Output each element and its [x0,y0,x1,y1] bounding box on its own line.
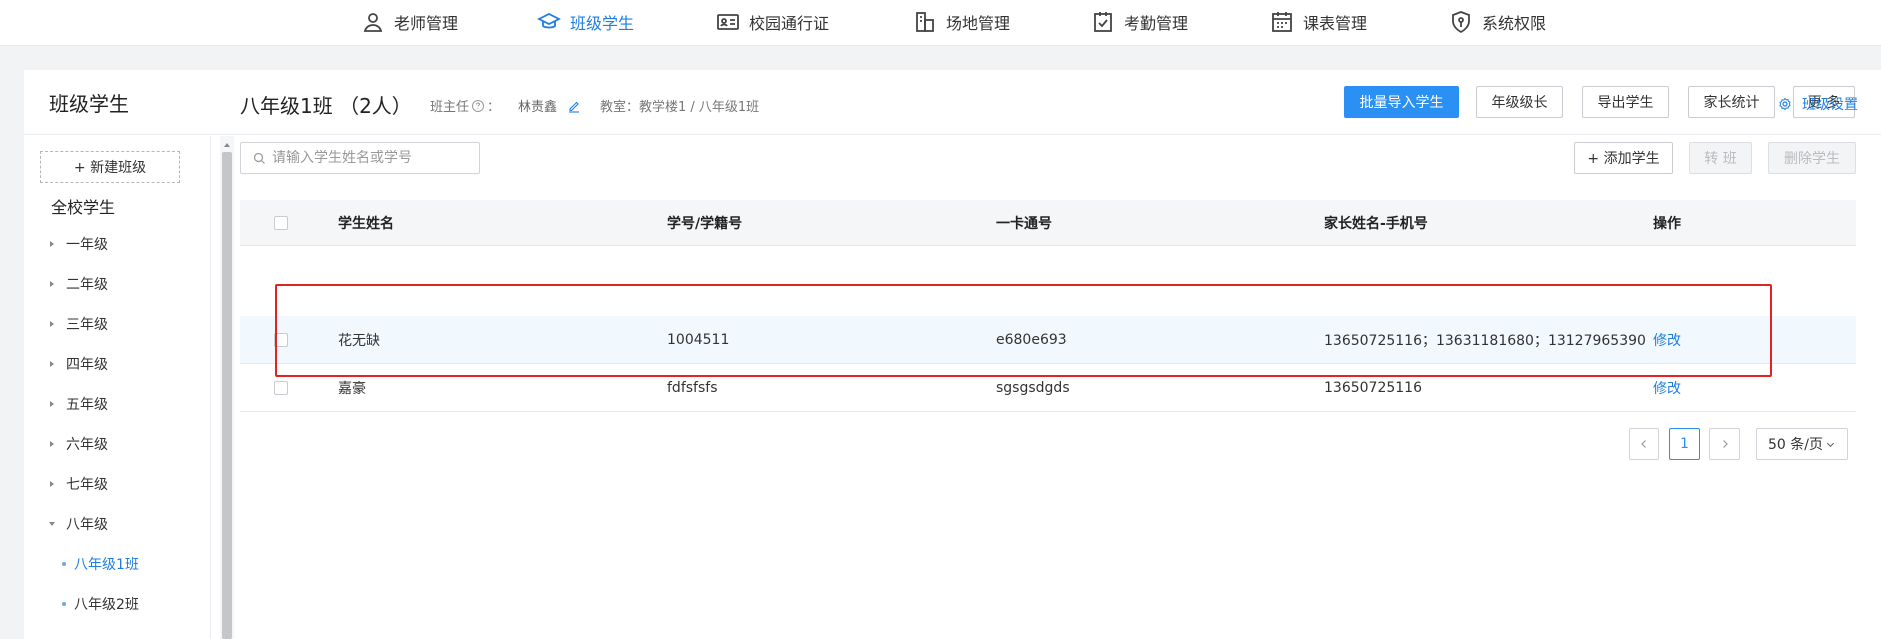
sidebar-scrollbar[interactable] [220,136,234,639]
nav-item-label: 系统权限 [1482,14,1547,33]
grade-leader-button[interactable]: 年级级长 [1476,86,1563,118]
page-size-select[interactable]: 50 条/页 [1756,428,1848,460]
caret-right-icon [44,236,60,252]
nav-item-attendance[interactable]: 考勤管理 [1090,0,1188,44]
caret-down-icon [44,516,60,532]
class-title: 八年级1班 （2人） [240,94,412,118]
graduation-cap-icon [536,9,562,35]
nav-item-label: 考勤管理 [1124,14,1189,33]
nav-item-class-students[interactable]: 班级学生 [536,0,634,44]
tree-item-label: 六年级 [66,437,108,453]
person-icon [360,9,386,35]
class-settings-link[interactable]: 班级设置 [1778,94,1858,114]
classroom-info: 教室：教学楼1 / 八年级1班 [600,100,760,115]
caret-right-icon [44,356,60,372]
scroll-up-arrow-icon[interactable] [222,140,232,150]
scrollbar-thumb[interactable] [222,152,232,639]
edit-pencil-icon[interactable] [567,99,581,113]
export-students-button[interactable]: 导出学生 [1582,86,1669,118]
nav-item-label: 场地管理 [946,14,1011,33]
tree-item-label: 五年级 [66,397,108,413]
tree-item-grade-7[interactable]: 七年级 [44,472,108,496]
top-nav: 老师管理 班级学生 校园通行证 场地管理 考勤管理 课表管理 系统权限 [0,0,1881,46]
page-number-button[interactable]: 1 [1669,428,1700,460]
highlight-box [275,284,1772,377]
head-teacher-info: 班主任 ： 林责鑫 [430,96,581,115]
table-header: 学生姓名 学号/学籍号 一卡通号 家长姓名-手机号 操作 [240,200,1856,246]
head-teacher-name: 林责鑫 [518,100,558,115]
tree-item-label: 二年级 [66,277,108,293]
shield-key-icon [1448,9,1474,35]
tree-item-label: 三年级 [66,317,108,333]
nav-item-label: 校园通行证 [749,14,830,33]
tree-item-label: 八年级 [66,517,108,533]
bullet-dot-icon [62,602,66,606]
bullet-dot-icon [62,562,66,566]
search-icon [253,152,265,164]
delete-student-button[interactable]: 删除学生 [1768,142,1856,174]
row-checkbox[interactable] [274,381,288,395]
select-all-checkbox[interactable] [274,216,288,230]
tree-item-label: 八年级2班 [74,597,139,613]
student-search[interactable] [240,142,480,174]
nav-item-label: 课表管理 [1303,14,1368,33]
tree-item-grade-3[interactable]: 三年级 [44,312,108,336]
column-header-student-id[interactable]: 学号/学籍号 [667,200,742,245]
caret-right-icon [44,316,60,332]
nav-item-campus-pass[interactable]: 校园通行证 [715,0,829,44]
tree-item-class-8-2[interactable]: 八年级2班 [62,592,139,616]
id-card-icon [715,9,741,35]
column-header-actions: 操作 [1653,215,1681,232]
question-circle-icon[interactable] [471,99,485,113]
transfer-class-button[interactable]: 转 班 [1689,142,1752,174]
tree-item-label: 一年级 [66,237,108,253]
search-input[interactable] [272,150,462,166]
chevron-right-icon [1722,440,1728,448]
chevron-left-icon [1641,440,1646,448]
colon: ： [487,100,501,115]
nav-item-label: 老师管理 [394,14,459,33]
nav-item-venue[interactable]: 场地管理 [912,0,1010,44]
tree-item-grade-4[interactable]: 四年级 [44,352,108,376]
add-student-button[interactable]: + 添加学生 [1574,142,1673,174]
gear-icon [1779,97,1791,111]
tree-item-grade-5[interactable]: 五年级 [44,392,108,416]
nav-item-label: 班级学生 [570,14,635,33]
clipboard-check-icon [1090,9,1116,35]
tree-item-label: 四年级 [66,357,108,373]
class-settings-label: 班级设置 [1802,97,1858,113]
caret-right-icon [44,476,60,492]
batch-import-button[interactable]: 批量导入学生 [1344,86,1459,118]
tree-item-grade-6[interactable]: 六年级 [44,432,108,456]
class-tree-sidebar: + 新建班级 全校学生 一年级 二年级 三年级 四年级 五年级 六年级 七年级 [24,136,211,639]
chevron-down-icon [1826,442,1835,447]
head-teacher-label: 班主任 [430,100,470,115]
tree-item-label: 八年级1班 [74,557,139,573]
next-page-button[interactable] [1709,428,1740,460]
caret-right-icon [44,436,60,452]
caret-right-icon [44,276,60,292]
building-icon [912,9,938,35]
page-size-value: 50 条/页 [1768,437,1823,453]
new-class-button[interactable]: + 新建班级 [40,151,180,183]
nav-item-permissions[interactable]: 系统权限 [1448,0,1546,44]
parent-stats-button[interactable]: 家长统计 [1688,86,1775,118]
prev-page-button[interactable] [1629,428,1659,460]
tree-item-label: 七年级 [66,477,108,493]
calendar-icon [1269,9,1295,35]
nav-item-teachers[interactable]: 老师管理 [360,0,458,44]
column-header-card-no[interactable]: 一卡通号 [996,200,1052,245]
caret-right-icon [44,396,60,412]
column-header-name[interactable]: 学生姓名 [338,200,394,245]
tree-item-grade-1[interactable]: 一年级 [44,232,108,256]
column-header-parents[interactable]: 家长姓名-手机号 [1324,200,1428,245]
page-title: 班级学生 [49,92,129,116]
nav-item-schedule[interactable]: 课表管理 [1269,0,1367,44]
tree-item-class-8-1[interactable]: 八年级1班 [62,552,139,576]
tree-item-grade-8[interactable]: 八年级 [44,512,108,536]
tree-item-grade-2[interactable]: 二年级 [44,272,108,296]
all-students-item[interactable]: 全校学生 [51,194,115,218]
